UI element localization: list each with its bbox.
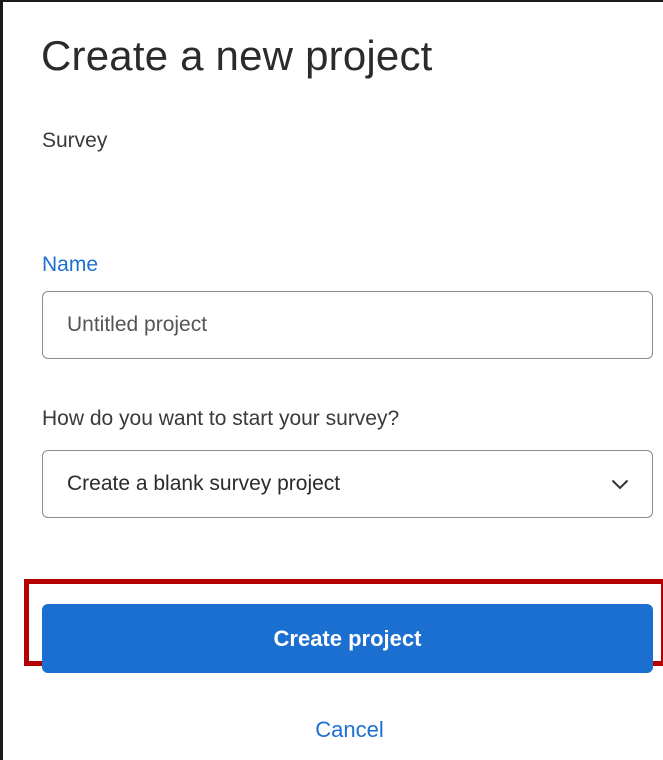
start-method-select[interactable]: Create a blank survey project xyxy=(42,450,653,518)
create-project-button[interactable]: Create project xyxy=(42,604,653,673)
start-method-selected-value: Create a blank survey project xyxy=(67,472,341,495)
name-field-label: Name xyxy=(42,253,99,276)
project-name-input[interactable] xyxy=(42,291,653,359)
dialog-title: Create a new project xyxy=(41,32,433,79)
start-method-label: How do you want to start your survey? xyxy=(42,407,400,430)
create-project-dialog: Create a new project Survey Name How do … xyxy=(0,0,663,760)
cancel-link[interactable]: Cancel xyxy=(3,717,663,743)
project-type-label: Survey xyxy=(42,129,108,152)
chevron-down-icon xyxy=(610,474,630,494)
